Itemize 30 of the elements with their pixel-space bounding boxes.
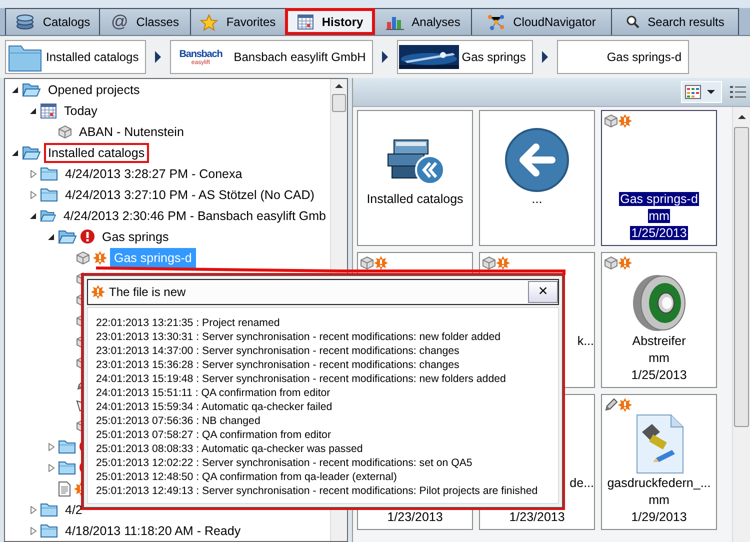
log-entry: 25:01:2013 12:49:13 : Server synchronisation - recent modifications: Pilot projects are finished (96, 484, 539, 498)
tile-unit: mm (648, 493, 670, 507)
log-entry: 25:01:2013 07:58:27 : QA confirmation from editor (96, 428, 332, 442)
log-entry: 25:01:2013 07:56:36 : NB changed (96, 414, 262, 428)
tile-unit: mm (648, 351, 670, 365)
log-entry: 22:01:2013 13:21:35 : Project renamed (96, 316, 281, 330)
tile-date: 1/23/2013 (386, 510, 444, 524)
tile-caption: de... (570, 476, 594, 490)
tile-date: 1/29/2013 (630, 510, 688, 524)
tile-date: 1/25/2013 (630, 368, 688, 382)
tile-caption: Abstreifer (631, 334, 687, 348)
log-entry: 23:01:2013 15:36:28 : Server synchronisation - recent modifications: changes (96, 358, 460, 372)
tile-date: 1/23/2013 (508, 510, 566, 524)
log-entry: 24:01:2013 15:19:48 : Server synchronisation - recent modifications: new folders added (96, 372, 507, 386)
tile-caption: gasdruckfedern_... (606, 476, 712, 490)
log-entry: 23:01:2013 13:30:31 : Server synchronisation - recent modifications: new folder added (96, 330, 502, 344)
log-entry: 25:01:2013 12:02:22 : Server synchronisation - recent modifications: set on QA5 (96, 456, 474, 470)
tile-unit: mm (648, 209, 670, 223)
log-entry: 23:01:2013 14:37:00 : Server synchronisation - recent modifications: changes (96, 344, 460, 358)
log-entry: 24:01:2013 15:51:11 : QA confirmation from editor (96, 386, 332, 400)
log-entry: 24:01:2013 15:59:34 : Automatic qa-checker failed (96, 400, 334, 414)
tile-caption: ... (530, 192, 544, 206)
tile-caption: Gas springs-d (619, 192, 699, 206)
at-sign-icon: @ (111, 12, 128, 32)
tile-caption: Installed catalogs (366, 192, 464, 206)
log-entry: 25:01:2013 08:08:33 : Automatic qa-checker was passed (96, 442, 364, 456)
popup-title: The file is new (109, 285, 187, 299)
tile-date: 1/25/2013 (630, 226, 688, 240)
log-entry: 25:01:2013 12:48:50 : QA confirmation from qa-leader (external) (96, 470, 398, 484)
tile-caption: k... (577, 334, 594, 348)
